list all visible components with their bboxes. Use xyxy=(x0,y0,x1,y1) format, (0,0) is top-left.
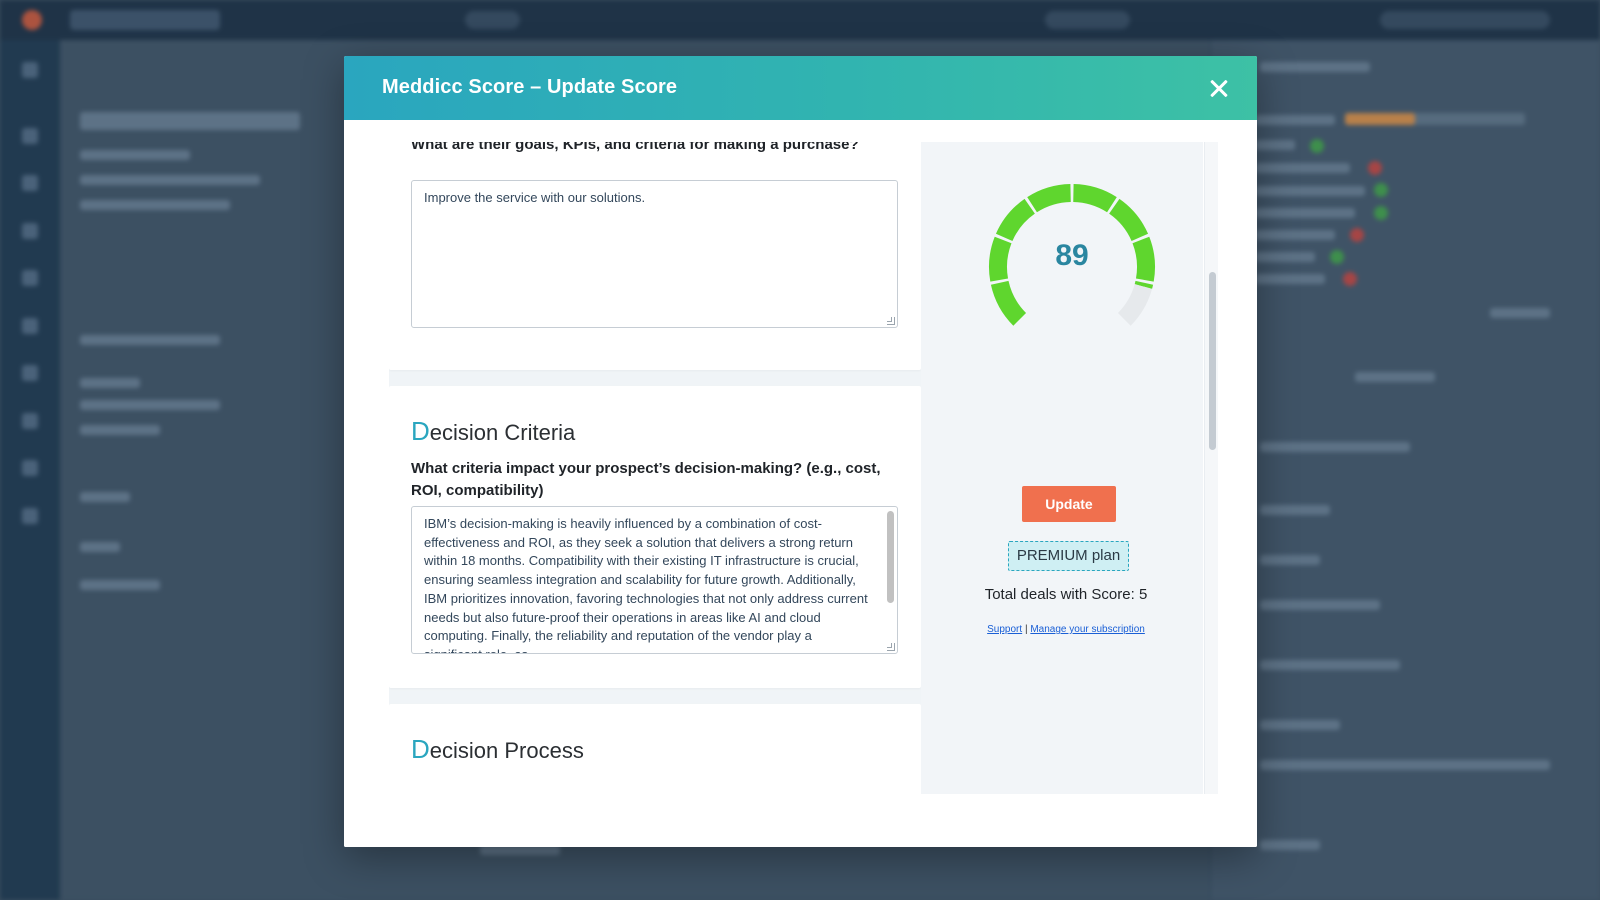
background-topbar xyxy=(0,0,1600,40)
gauge-segment-filled xyxy=(1108,198,1149,242)
textarea-scrollbar[interactable] xyxy=(887,511,894,603)
gauge-segment-filled xyxy=(990,280,1027,326)
goals-answer-text: Improve the service with our solutions. xyxy=(424,190,646,205)
gauge-segment-filled xyxy=(1072,184,1117,213)
score-value: 89 xyxy=(1055,239,1089,272)
decision-process-card: Decision Process xyxy=(389,704,921,802)
close-icon[interactable] xyxy=(1205,74,1233,102)
footer-links: Support | Manage your subscription xyxy=(921,624,1203,635)
modal-title: Meddicc Score – Update Score xyxy=(382,76,678,98)
modal-scroll-area: What are their goals, KPIs, and criteria… xyxy=(389,142,1203,802)
decision-process-heading: Decision Process xyxy=(411,734,584,764)
modal-scroll-thumb[interactable] xyxy=(1209,272,1216,450)
decision-criteria-textarea[interactable]: IBM’s decision-making is heavily influen… xyxy=(411,506,898,654)
decision-criteria-heading: Decision Criteria xyxy=(411,416,576,446)
gauge-segment-filled xyxy=(1134,280,1154,289)
goals-question: What are their goals, KPIs, and criteria… xyxy=(411,142,859,153)
modal-header: Meddicc Score – Update Score xyxy=(344,56,1257,120)
premium-plan-badge: PREMIUM plan xyxy=(1008,541,1129,571)
update-button[interactable]: Update xyxy=(1022,486,1116,522)
modal-body: What are their goals, KPIs, and criteria… xyxy=(344,120,1257,847)
app-logo xyxy=(22,10,42,30)
decision-criteria-text: IBM’s decision-making is heavily influen… xyxy=(424,516,868,653)
modal-footer xyxy=(344,794,1257,847)
support-link[interactable]: Support xyxy=(987,624,1022,635)
meddicc-score-modal: Meddicc Score – Update Score What are th… xyxy=(344,56,1257,847)
manage-subscription-link[interactable]: Manage your subscription xyxy=(1030,624,1145,635)
resize-handle[interactable] xyxy=(887,643,895,651)
decision-criteria-card: Decision Criteria What criteria impact y… xyxy=(389,386,921,688)
resize-handle[interactable] xyxy=(887,317,895,325)
decision-criteria-question: What criteria impact your prospect’s dec… xyxy=(411,460,881,499)
questions-column: What are their goals, KPIs, and criteria… xyxy=(389,142,921,802)
gauge-segment-filled xyxy=(1027,184,1072,213)
link-separator: | xyxy=(1024,624,1028,635)
gauge-segment-filled xyxy=(995,198,1036,242)
background-search xyxy=(70,10,220,30)
total-deals-text: Total deals with Score: 5 xyxy=(984,586,1148,603)
gauge-segment-empty xyxy=(1117,283,1153,326)
modal-scrollbar[interactable] xyxy=(1204,142,1218,802)
background-left-nav xyxy=(0,40,60,900)
goals-answer-textarea[interactable]: Improve the service with our solutions. xyxy=(411,180,898,328)
score-gauge: 89 xyxy=(982,177,1162,327)
goals-card: What are their goals, KPIs, and criteria… xyxy=(389,142,921,370)
score-panel: 89 Update PREMIUM plan Total deals with … xyxy=(921,142,1203,802)
